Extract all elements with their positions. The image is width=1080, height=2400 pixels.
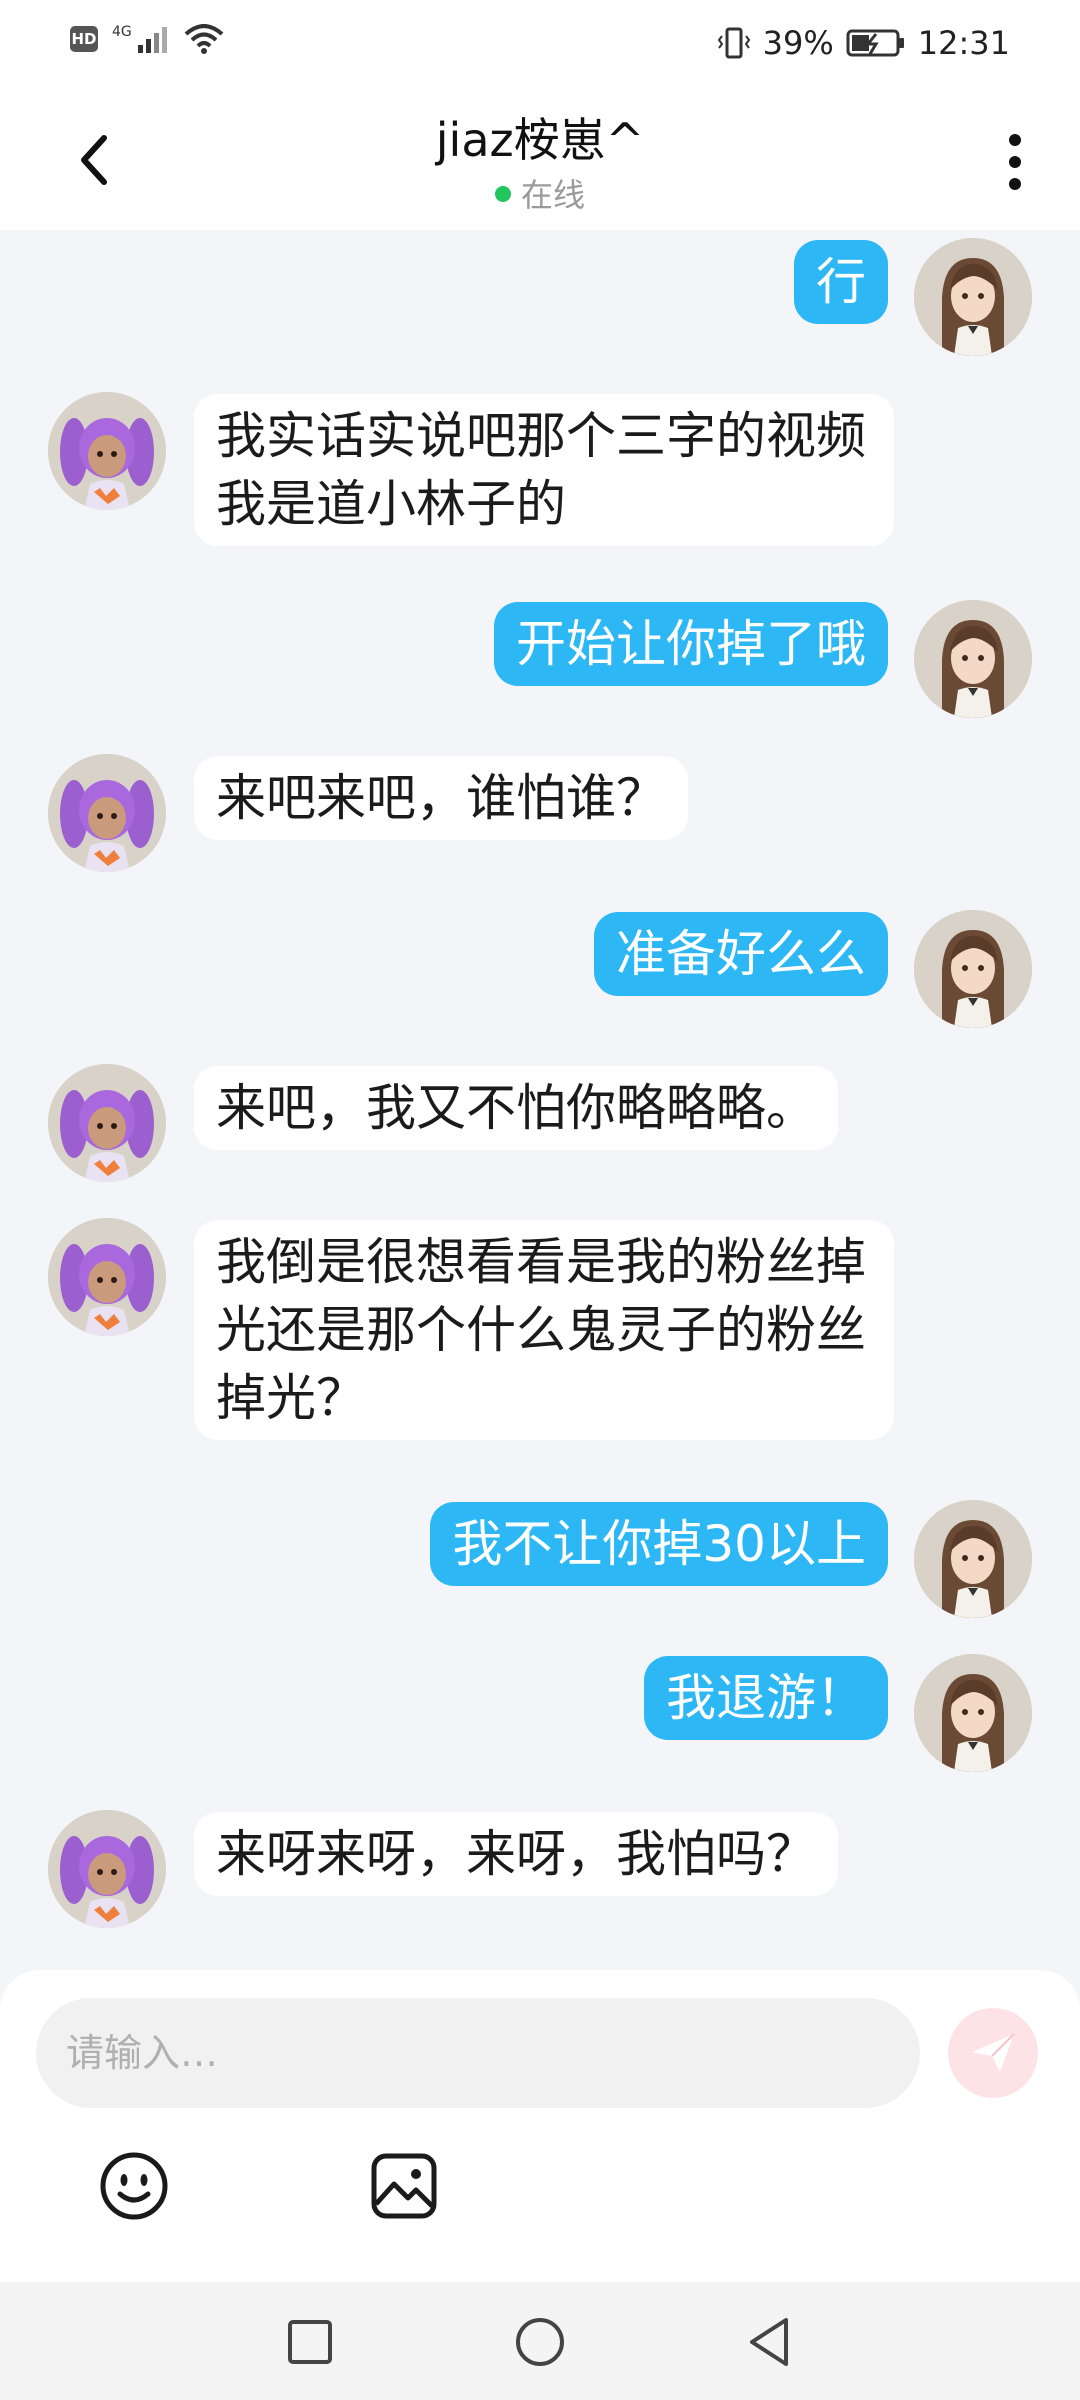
message-bubble[interactable]: 来吧来吧，谁怕谁？ [194,756,688,840]
message-input[interactable] [36,1998,920,2108]
status-bar: HD 4G 39% 12:31 [0,0,1080,90]
image-icon [371,2153,437,2219]
message-bubble[interactable]: 开始让你掉了哦 [494,602,888,686]
back-nav-button[interactable] [740,2312,800,2372]
vibrate-icon [717,27,750,59]
wifi-icon [184,24,224,54]
message-bubble[interactable]: 来呀来呀，来呀，我怕吗？ [194,1812,838,1896]
hd-badge: HD [70,26,98,52]
battery-percent: 39% [762,24,834,62]
my-avatar[interactable] [914,238,1032,356]
contact-avatar[interactable] [48,1064,166,1182]
circle-icon [516,2318,564,2366]
battery-icon [846,29,904,57]
emoji-button[interactable] [98,2150,170,2222]
my-avatar[interactable] [914,600,1032,718]
message-bubble[interactable]: 我退游！ [644,1656,888,1740]
contact-avatar[interactable] [48,754,166,872]
contact-name: jiaz桉崽^ [435,113,645,167]
contact-avatar[interactable] [48,392,166,510]
network-type: 4G [112,24,132,40]
signal-icon [137,27,167,53]
contact-avatar[interactable] [48,1810,166,1928]
send-button[interactable] [948,2008,1038,2098]
home-button[interactable] [510,2312,570,2372]
presence-status: 在线 [0,170,1080,216]
online-dot [494,186,511,202]
send-icon [972,2033,1015,2072]
composer-panel [0,1970,1080,2282]
my-avatar[interactable] [914,910,1032,1028]
contact-avatar[interactable] [48,1218,166,1336]
message-bubble[interactable]: 我不让你掉30以上 [430,1502,888,1586]
message-list[interactable]: 行 我实话实说吧那个三字的视频我是道小林子的 开始让你掉了哦 来吧来吧，谁怕谁？… [0,230,1080,1970]
more-vertical-icon [1009,134,1021,190]
my-avatar[interactable] [914,1500,1032,1618]
message-bubble[interactable]: 来吧，我又不怕你略略略。 [194,1066,838,1150]
message-bubble[interactable]: 准备好么么 [594,912,888,996]
triangle-back-icon [750,2318,788,2366]
message-bubble[interactable]: 行 [794,240,888,324]
chat-header: jiaz桉崽^ 在线 [0,90,1080,230]
image-button[interactable] [368,2150,440,2222]
more-options-button[interactable] [1000,130,1030,194]
message-bubble[interactable]: 我倒是很想看看是我的粉丝掉光还是那个什么鬼灵子的粉丝掉光？ [194,1220,894,1440]
square-icon [288,2320,332,2364]
emoji-icon [100,2152,168,2220]
system-nav-bar [0,2282,1080,2400]
message-bubble[interactable]: 我实话实说吧那个三字的视频我是道小林子的 [194,394,894,546]
presence-text: 在线 [520,176,585,214]
my-avatar[interactable] [914,1654,1032,1772]
clock: 12:31 [917,24,1010,62]
recent-apps-button[interactable] [280,2312,340,2372]
